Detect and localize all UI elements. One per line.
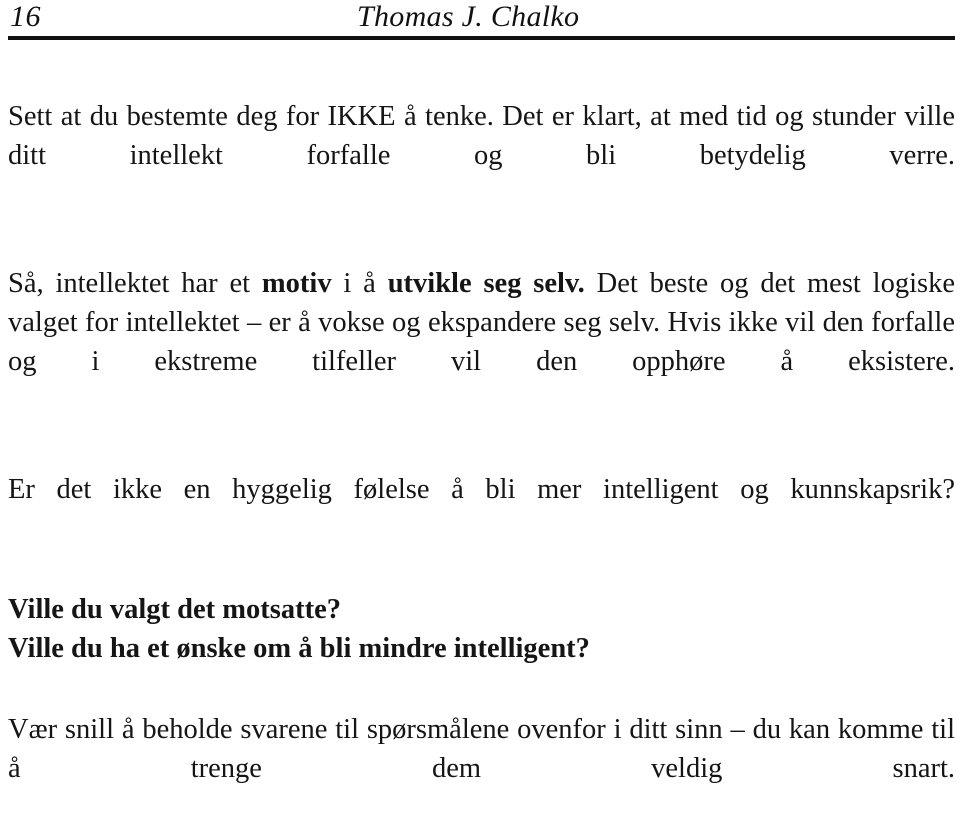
paragraph-3: Er det ikke en hyggelig følelse å bli me… bbox=[8, 474, 955, 505]
bold-question-line-1: Ville du valgt det motsatte? bbox=[8, 594, 341, 625]
bold-question-line-2: Ville du ha et ønske om å bli mindre int… bbox=[8, 633, 590, 664]
page-header: 16 Thomas J. Chalko bbox=[0, 0, 960, 44]
header-divider-rule bbox=[8, 36, 955, 40]
paragraph-2-emphasis-utvikle-seg-selv: utvikle seg selv. bbox=[387, 268, 585, 299]
body-text-block: Sett at du bestemte deg for IKKE å tenke… bbox=[8, 97, 955, 827]
paragraph-1: Sett at du bestemte deg for IKKE å tenke… bbox=[8, 101, 955, 171]
paragraph-4: Vær snill å beholde svarene til spørsmål… bbox=[8, 714, 955, 784]
paragraph-2-run-1: Så, intellektet har et bbox=[8, 268, 262, 299]
paragraph-2: Så, intellektet har et motiv i å utvikle… bbox=[8, 264, 955, 420]
document-page: 16 Thomas J. Chalko Sett at du bestemte … bbox=[0, 0, 960, 790]
paragraph-2-emphasis-motiv: motiv bbox=[261, 268, 332, 299]
page-number: 16 bbox=[10, 0, 41, 33]
running-title: Thomas J. Chalko bbox=[357, 0, 580, 33]
paragraph-2-run-3: i å bbox=[331, 268, 388, 299]
page-header-inner: 16 Thomas J. Chalko bbox=[0, 0, 960, 34]
